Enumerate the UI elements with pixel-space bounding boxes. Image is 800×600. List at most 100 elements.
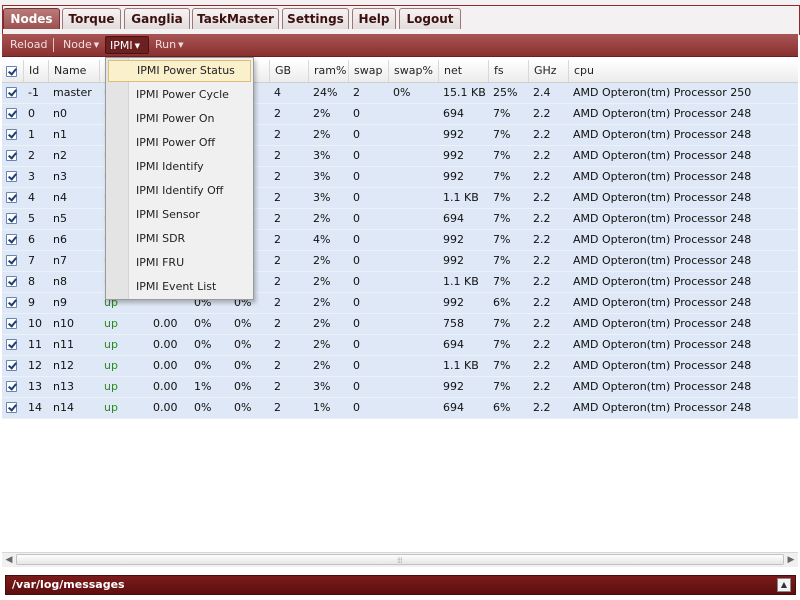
row-checkbox[interactable] xyxy=(6,276,17,287)
cell-status: up xyxy=(104,317,118,330)
cell-ghz: 2.2 xyxy=(533,380,551,393)
table-row[interactable]: 10 n10 up 0.00 0% 0% 2 2% 0 758 7% 2.2 AMD Opteron(t… xyxy=(2,314,798,335)
cell-gb: 2 xyxy=(274,317,281,330)
cell-name: n8 xyxy=(53,275,67,288)
cell-cpu: AMD Opteron(tm) Processor 248 xyxy=(573,212,752,225)
col-header-ram[interactable]: ram% xyxy=(308,60,348,82)
table-row[interactable]: 14 n14 up 0.00 0% 0% 2 1% 0 694 6% 2.2 AMD Opteron(t… xyxy=(2,398,798,419)
cell-gb: 2 xyxy=(274,191,281,204)
node-menu-button[interactable]: Node ▼ xyxy=(59,36,103,54)
cell-fs: 7% xyxy=(493,233,511,246)
cell-name: n7 xyxy=(53,254,67,267)
cell-ghz: 2.2 xyxy=(533,107,551,120)
row-checkbox[interactable] xyxy=(6,339,17,350)
cell-cpu: AMD Opteron(tm) Processor 248 xyxy=(573,170,752,183)
cell-ram: 2% xyxy=(313,128,331,141)
menu-item-ipmi-power-cycle[interactable]: IPMI Power Cycle xyxy=(108,84,251,106)
scrollbar-thumb[interactable]: ⁞⁞⁞ xyxy=(16,554,784,565)
cell-swap: 0 xyxy=(353,170,360,183)
row-checkbox[interactable] xyxy=(6,213,17,224)
col-header-net[interactable]: net xyxy=(438,60,488,82)
cell-id: 7 xyxy=(28,254,35,267)
cell-cpu2: 0% xyxy=(234,338,252,351)
cell-ram: 4% xyxy=(313,233,331,246)
collapse-up-icon[interactable]: ▲ xyxy=(777,578,791,592)
cell-fs: 7% xyxy=(493,170,511,183)
row-checkbox[interactable] xyxy=(6,255,17,266)
cell-swap: 0 xyxy=(353,380,360,393)
cell-cpu1: 1% xyxy=(194,380,212,393)
tab-torque[interactable]: Torque xyxy=(62,8,121,29)
cell-fs: 7% xyxy=(493,254,511,267)
arrow-right-icon[interactable]: ▶ xyxy=(785,554,797,566)
col-header-id[interactable]: Id xyxy=(23,60,48,82)
row-checkbox[interactable] xyxy=(6,402,17,413)
row-checkbox[interactable] xyxy=(6,360,17,371)
menu-item-ipmi-power-off[interactable]: IPMI Power Off xyxy=(108,132,251,154)
cell-swap: 0 xyxy=(353,233,360,246)
table-row[interactable]: 11 n11 up 0.00 0% 0% 2 2% 0 694 7% 2.2 AMD Opteron(t… xyxy=(2,335,798,356)
col-header-swap[interactable]: swap xyxy=(348,60,388,82)
cell-load: 0.00 xyxy=(153,317,178,330)
cell-swapp xyxy=(388,104,438,124)
cell-cpu2: 0% xyxy=(234,317,252,330)
tab-logout[interactable]: Logout xyxy=(399,8,461,29)
col-header-gb[interactable]: GB xyxy=(269,60,308,82)
col-header-swap-pct[interactable]: swap% xyxy=(388,60,438,82)
cell-ghz: 2.2 xyxy=(533,359,551,372)
row-checkbox[interactable] xyxy=(6,381,17,392)
col-header-fs[interactable]: fs xyxy=(488,60,528,82)
row-checkbox[interactable] xyxy=(6,192,17,203)
cell-cpu: AMD Opteron(tm) Processor 250 xyxy=(573,86,752,99)
reload-button[interactable]: Reload xyxy=(6,36,51,54)
cell-cpu: AMD Opteron(tm) Processor 248 xyxy=(573,317,752,330)
row-checkbox[interactable] xyxy=(6,129,17,140)
table-row[interactable]: 13 n13 up 0.00 1% 0% 2 3% 0 992 7% 2.2 AMD Opteron(t… xyxy=(2,377,798,398)
cell-load: 0.00 xyxy=(153,359,178,372)
menu-item-ipmi-fru[interactable]: IPMI FRU xyxy=(108,252,251,274)
row-checkbox[interactable] xyxy=(6,150,17,161)
cell-gb: 2 xyxy=(274,359,281,372)
row-checkbox[interactable] xyxy=(6,234,17,245)
menu-item-ipmi-event-list[interactable]: IPMI Event List xyxy=(108,276,251,298)
cell-cpu: AMD Opteron(tm) Processor 248 xyxy=(573,338,752,351)
arrow-left-icon[interactable]: ◀ xyxy=(3,554,15,566)
tab-settings[interactable]: Settings xyxy=(282,8,349,29)
col-header-name[interactable]: Name xyxy=(48,60,99,82)
select-all-checkbox[interactable] xyxy=(6,66,17,77)
col-header-ghz[interactable]: GHz xyxy=(528,60,568,82)
tab-taskmaster[interactable]: TaskMaster xyxy=(192,8,279,29)
tab-ganglia[interactable]: Ganglia xyxy=(124,8,190,29)
menu-item-ipmi-identify-off[interactable]: IPMI Identify Off xyxy=(108,180,251,202)
row-checkbox[interactable] xyxy=(6,171,17,182)
menu-item-ipmi-sdr[interactable]: IPMI SDR xyxy=(108,228,251,250)
table-row[interactable]: 12 n12 up 0.00 0% 0% 2 2% 0 1.1 KB 7% 2.2 AMD Optero… xyxy=(2,356,798,377)
menu-item-ipmi-power-on[interactable]: IPMI Power On xyxy=(108,108,251,130)
cell-status: up xyxy=(104,338,118,351)
menu-item-ipmi-power-status[interactable]: IPMI Power Status xyxy=(108,60,251,82)
cell-swap: 0 xyxy=(353,401,360,414)
menu-item-ipmi-identify[interactable]: IPMI Identify xyxy=(108,156,251,178)
cell-name: n14 xyxy=(53,401,74,414)
tab-help[interactable]: Help xyxy=(352,8,396,29)
log-panel-header[interactable]: /var/log/messages ▲ xyxy=(5,575,796,595)
row-checkbox[interactable] xyxy=(6,108,17,119)
cell-swap: 0 xyxy=(353,107,360,120)
row-checkbox[interactable] xyxy=(6,87,17,98)
row-checkbox[interactable] xyxy=(6,297,17,308)
cell-net: 1.1 KB xyxy=(443,191,479,204)
ipmi-menu-button[interactable]: IPMI ▼ xyxy=(105,36,149,54)
cell-fs: 7% xyxy=(493,191,511,204)
cell-id: 6 xyxy=(28,233,35,246)
cell-swapp xyxy=(388,125,438,145)
cell-id: 5 xyxy=(28,212,35,225)
row-checkbox[interactable] xyxy=(6,318,17,329)
horizontal-scrollbar[interactable]: ◀ ⁞⁞⁞ ▶ xyxy=(2,552,798,567)
cell-ram: 2% xyxy=(313,212,331,225)
col-header-cpu[interactable]: cpu xyxy=(568,60,798,82)
menu-item-ipmi-sensor[interactable]: IPMI Sensor xyxy=(108,204,251,226)
cell-cpu: AMD Opteron(tm) Processor 248 xyxy=(573,380,752,393)
tab-nodes[interactable]: Nodes xyxy=(3,8,60,29)
cell-id: 8 xyxy=(28,275,35,288)
run-menu-button[interactable]: Run ▼ xyxy=(151,36,187,54)
